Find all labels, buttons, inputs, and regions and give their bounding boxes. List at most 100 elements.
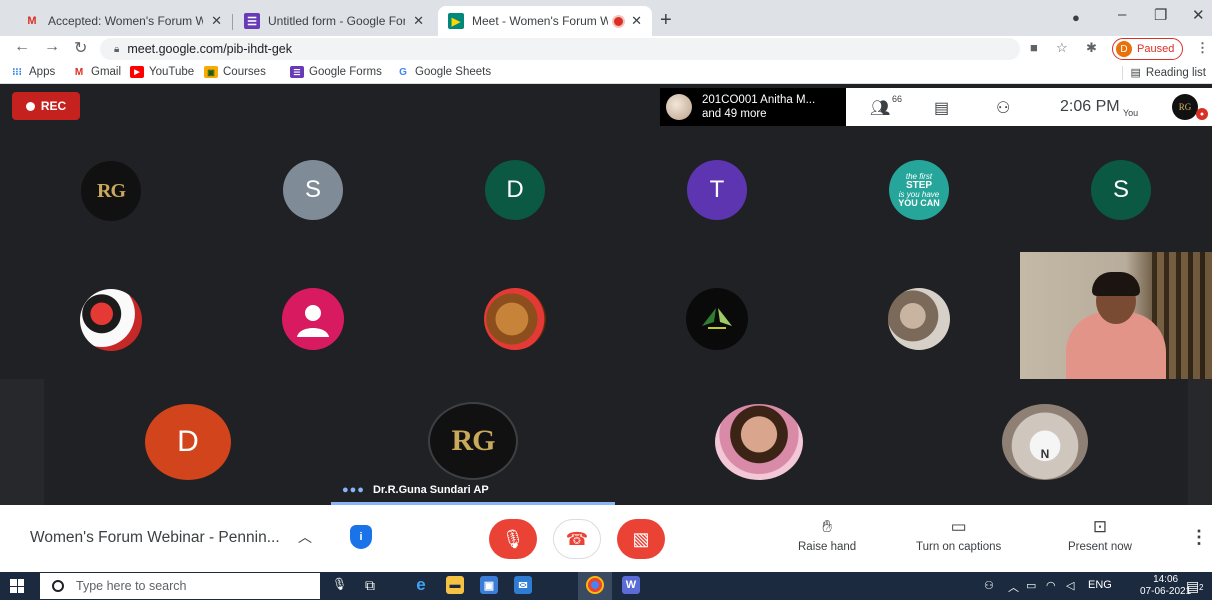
participant-avatar-photo-girl[interactable]	[715, 404, 803, 480]
chat-icon[interactable]: ▤	[934, 98, 949, 118]
notification-count: 2	[1199, 583, 1204, 592]
captions-button[interactable]: ▭ Turn on captions	[916, 517, 1001, 553]
file-explorer-icon[interactable]: ▬	[446, 576, 464, 594]
bird-logo-icon	[702, 308, 732, 329]
extensions-icon[interactable]: ✱	[1086, 40, 1097, 56]
bookmark-apps[interactable]: ⁝⁝⁝ Apps	[10, 66, 55, 78]
meet-icon: ▶	[448, 13, 464, 29]
new-tab-button[interactable]: +	[660, 9, 672, 32]
chrome-account-icon[interactable]: ●	[1072, 10, 1080, 25]
close-icon[interactable]: ✕	[413, 13, 424, 29]
recording-label: REC	[40, 99, 67, 113]
participant-avatar-s[interactable]: S	[283, 160, 343, 220]
participant-avatar-d[interactable]: D	[485, 160, 545, 220]
people-tray-icon[interactable]: ⚇	[984, 579, 994, 592]
participant-avatar-cartoon[interactable]	[80, 289, 142, 351]
mute-microphone-button[interactable]: 🎙︎	[489, 519, 537, 559]
back-button[interactable]: ←	[14, 38, 30, 56]
close-icon[interactable]: ✕	[631, 13, 642, 29]
browser-menu-icon[interactable]: ⋮	[1196, 40, 1209, 56]
activities-icon[interactable]: ⚇	[996, 98, 1010, 118]
windows-start-icon[interactable]	[10, 579, 24, 593]
participant-count: 66	[892, 94, 903, 104]
restore-button[interactable]: ❐	[1154, 6, 1167, 24]
meet-bottom-bar: Women's Forum Webinar - Pennin... ︿ i 🎙︎…	[0, 505, 1212, 572]
self-avatar[interactable]: RG	[1172, 94, 1198, 120]
notification-badge-icon: ●	[1196, 108, 1208, 120]
wifi-icon[interactable]: ◠	[1046, 579, 1056, 592]
participant-avatar-photo[interactable]	[888, 288, 950, 350]
meeting-title[interactable]: Women's Forum Webinar - Pennin...	[30, 529, 280, 547]
reading-list-label: Reading list	[1145, 66, 1206, 79]
bookmark-label: YouTube	[149, 66, 195, 78]
tab-gmail[interactable]: M Accepted: Women's Forum Webi ✕	[14, 6, 232, 36]
task-view-icon[interactable]: ⧉	[365, 577, 375, 594]
chevron-up-icon[interactable]: ︿	[298, 527, 312, 547]
chevron-up-tray-icon[interactable]: ︿	[1008, 579, 1019, 595]
bookmarks-divider	[1122, 66, 1123, 80]
present-now-button[interactable]: ⊡ Present now	[1068, 517, 1132, 553]
mail-icon[interactable]: ✉	[514, 576, 532, 594]
participant-avatar-default[interactable]	[282, 288, 344, 350]
bookmark-star-icon[interactable]: ☆	[1056, 40, 1068, 56]
host-controls-shield-icon[interactable]: i	[350, 525, 372, 549]
tab-google-forms[interactable]: ☰ Untitled form - Google Forms ✕	[234, 6, 434, 36]
bookmark-courses[interactable]: ▣ Courses	[204, 66, 266, 78]
bookmark-label: Google Forms	[309, 66, 382, 78]
volume-icon[interactable]: ◁	[1066, 579, 1074, 592]
tray-date: 07-06-2021	[1140, 586, 1192, 597]
window-close-button[interactable]: ✕	[1192, 6, 1205, 24]
microphone-icon[interactable]: 🎙︎	[332, 577, 347, 591]
address-bar[interactable]: 🔒︎ meet.google.com/pib-ihdt-gek	[100, 38, 1020, 60]
reload-button[interactable]: ↻	[74, 38, 87, 58]
participant-avatar-rg[interactable]: RG	[81, 161, 141, 221]
windows-taskbar: Type here to search 🎙︎ ⧉ e ▬ ▣ ✉ W ⚇ ︿ ▭…	[0, 572, 1212, 600]
more-options-icon[interactable]: ⋮	[1190, 527, 1208, 548]
participant-avatar-bird-logo[interactable]	[686, 288, 748, 350]
bookmark-google-forms[interactable]: ☰ Google Forms	[290, 66, 382, 78]
bookmark-gmail[interactable]: M Gmail	[72, 66, 121, 78]
store-icon[interactable]: ▣	[480, 576, 498, 594]
participant-avatar-s2[interactable]: S	[1091, 160, 1151, 220]
language-indicator[interactable]: ENG	[1088, 579, 1112, 591]
participant-avatar-d-large[interactable]: D	[145, 404, 231, 480]
close-icon[interactable]: ✕	[211, 13, 222, 29]
forward-button[interactable]: →	[44, 38, 60, 56]
people-icon[interactable]: 👥︎	[870, 98, 890, 118]
bookmark-google-sheets[interactable]: G Google Sheets	[396, 66, 491, 78]
participant-avatar-t[interactable]: T	[687, 160, 747, 220]
battery-icon[interactable]: ▭	[1026, 579, 1036, 592]
participant-avatar-first-step[interactable]: the first STEP is you have YOU CAN	[889, 160, 949, 220]
reading-list-button[interactable]: ▤ Reading list	[1130, 66, 1207, 80]
bookmark-label: Google Sheets	[415, 66, 492, 78]
search-placeholder: Type here to search	[76, 579, 187, 593]
taskbar-search-input[interactable]: Type here to search	[40, 573, 320, 599]
minimize-button[interactable]: –	[1118, 6, 1126, 23]
recording-badge[interactable]: REC	[12, 92, 80, 120]
present-label: Present now	[1068, 541, 1132, 553]
action-center-icon[interactable]: ▤	[1186, 578, 1199, 595]
bookmark-label: Apps	[29, 66, 56, 78]
edge-browser-icon[interactable]: e	[412, 575, 430, 594]
speaker-more-line: and 49 more	[702, 108, 767, 120]
camera-indicator-icon[interactable]: ■	[1030, 40, 1038, 55]
tab-meet[interactable]: ▶ Meet - Women's Forum Web ✕	[438, 6, 652, 36]
self-video-tile[interactable]	[1020, 252, 1212, 379]
reading-list-icon: ▤	[1130, 67, 1141, 79]
profile-button[interactable]: D Paused	[1112, 38, 1184, 60]
tray-clock[interactable]: 14:06 07-06-2021	[1140, 574, 1191, 598]
participant-avatar-teddy[interactable]	[484, 288, 546, 350]
bookmarks-bar: ⁝⁝⁝ Apps M Gmail ▶ YouTube ▣ Courses ☰ G…	[0, 62, 1212, 84]
chrome-icon[interactable]	[586, 576, 604, 594]
participant-avatar-n-pendant[interactable]: N	[1002, 404, 1088, 480]
bookmark-youtube[interactable]: ▶ YouTube	[130, 66, 194, 78]
whiteboard-icon[interactable]: W	[622, 576, 640, 594]
participant-avatar-rg-speaking[interactable]: RG	[428, 402, 518, 480]
leave-call-button[interactable]: ☎︎	[553, 519, 601, 559]
active-speakers-box[interactable]: 201CO001 Anitha M... and 49 more	[660, 88, 846, 126]
speaking-indicator-icon: ●●●	[342, 484, 365, 496]
camera-toggle-button[interactable]: ▧	[617, 519, 665, 559]
tab-title: Untitled form - Google Forms	[268, 14, 406, 28]
raise-hand-button[interactable]: ✋︎ Raise hand	[798, 517, 856, 553]
edge-tile-right	[1188, 379, 1212, 505]
